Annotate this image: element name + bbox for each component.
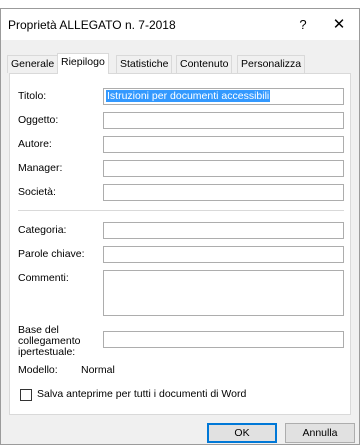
commenti-label: Commenti: bbox=[18, 272, 69, 284]
anteprime-checkbox-label[interactable]: Salva anteprime per tutti i documenti di… bbox=[37, 388, 246, 400]
base-collegamento-field[interactable] bbox=[103, 331, 344, 348]
tab-contenuto[interactable]: Contenuto bbox=[176, 55, 233, 73]
title-bar: Proprietà ALLEGATO n. 7-2018 ? ✕ bbox=[1, 9, 359, 40]
categoria-field[interactable] bbox=[103, 222, 344, 239]
base-collegamento-label: Base del collegamento ipertestuale: bbox=[18, 325, 80, 358]
commenti-field[interactable] bbox=[103, 270, 344, 316]
manager-label: Manager: bbox=[18, 162, 63, 174]
parole-chiave-field[interactable] bbox=[103, 246, 344, 263]
oggetto-field[interactable] bbox=[103, 112, 344, 129]
oggetto-label: Oggetto: bbox=[18, 114, 59, 126]
autore-label: Autore: bbox=[18, 138, 52, 150]
help-button[interactable]: ? bbox=[293, 15, 313, 35]
titolo-field[interactable]: Istruzioni per documenti accessibili bbox=[103, 88, 344, 105]
categoria-label: Categoria: bbox=[18, 224, 67, 236]
tab-statistiche[interactable]: Statistiche bbox=[116, 55, 173, 73]
riepilogo-panel: Titolo: Istruzioni per documenti accessi… bbox=[9, 73, 351, 415]
modello-label: Modello: bbox=[18, 364, 58, 376]
tab-personalizza[interactable]: Personalizza bbox=[237, 55, 306, 73]
societa-field[interactable] bbox=[103, 184, 344, 201]
manager-field[interactable] bbox=[103, 160, 344, 177]
titolo-value: Istruzioni per documenti accessibili bbox=[106, 90, 271, 102]
titolo-label: Titolo: bbox=[18, 90, 47, 102]
annulla-button[interactable]: Annulla bbox=[285, 423, 355, 443]
parole-chiave-label: Parole chiave: bbox=[18, 248, 85, 260]
autore-field[interactable] bbox=[103, 136, 344, 153]
modello-value: Normal bbox=[81, 364, 115, 376]
tab-strip: Generale Riepilogo Statistiche Contenuto… bbox=[1, 40, 359, 74]
separator bbox=[18, 210, 344, 211]
societa-label: Società: bbox=[18, 186, 56, 198]
tab-generale[interactable]: Generale bbox=[7, 55, 59, 73]
tab-riepilogo[interactable]: Riepilogo bbox=[57, 53, 109, 74]
properties-dialog: Proprietà ALLEGATO n. 7-2018 ? ✕ General… bbox=[0, 8, 360, 445]
ok-button[interactable]: OK bbox=[207, 423, 277, 443]
background-window-strip bbox=[0, 0, 360, 8]
close-button[interactable]: ✕ bbox=[328, 14, 350, 36]
base-collegamento-label-line3: ipertestuale: bbox=[18, 346, 76, 358]
dialog-title: Proprietà ALLEGATO n. 7-2018 bbox=[8, 18, 176, 32]
anteprime-checkbox[interactable] bbox=[20, 389, 32, 401]
